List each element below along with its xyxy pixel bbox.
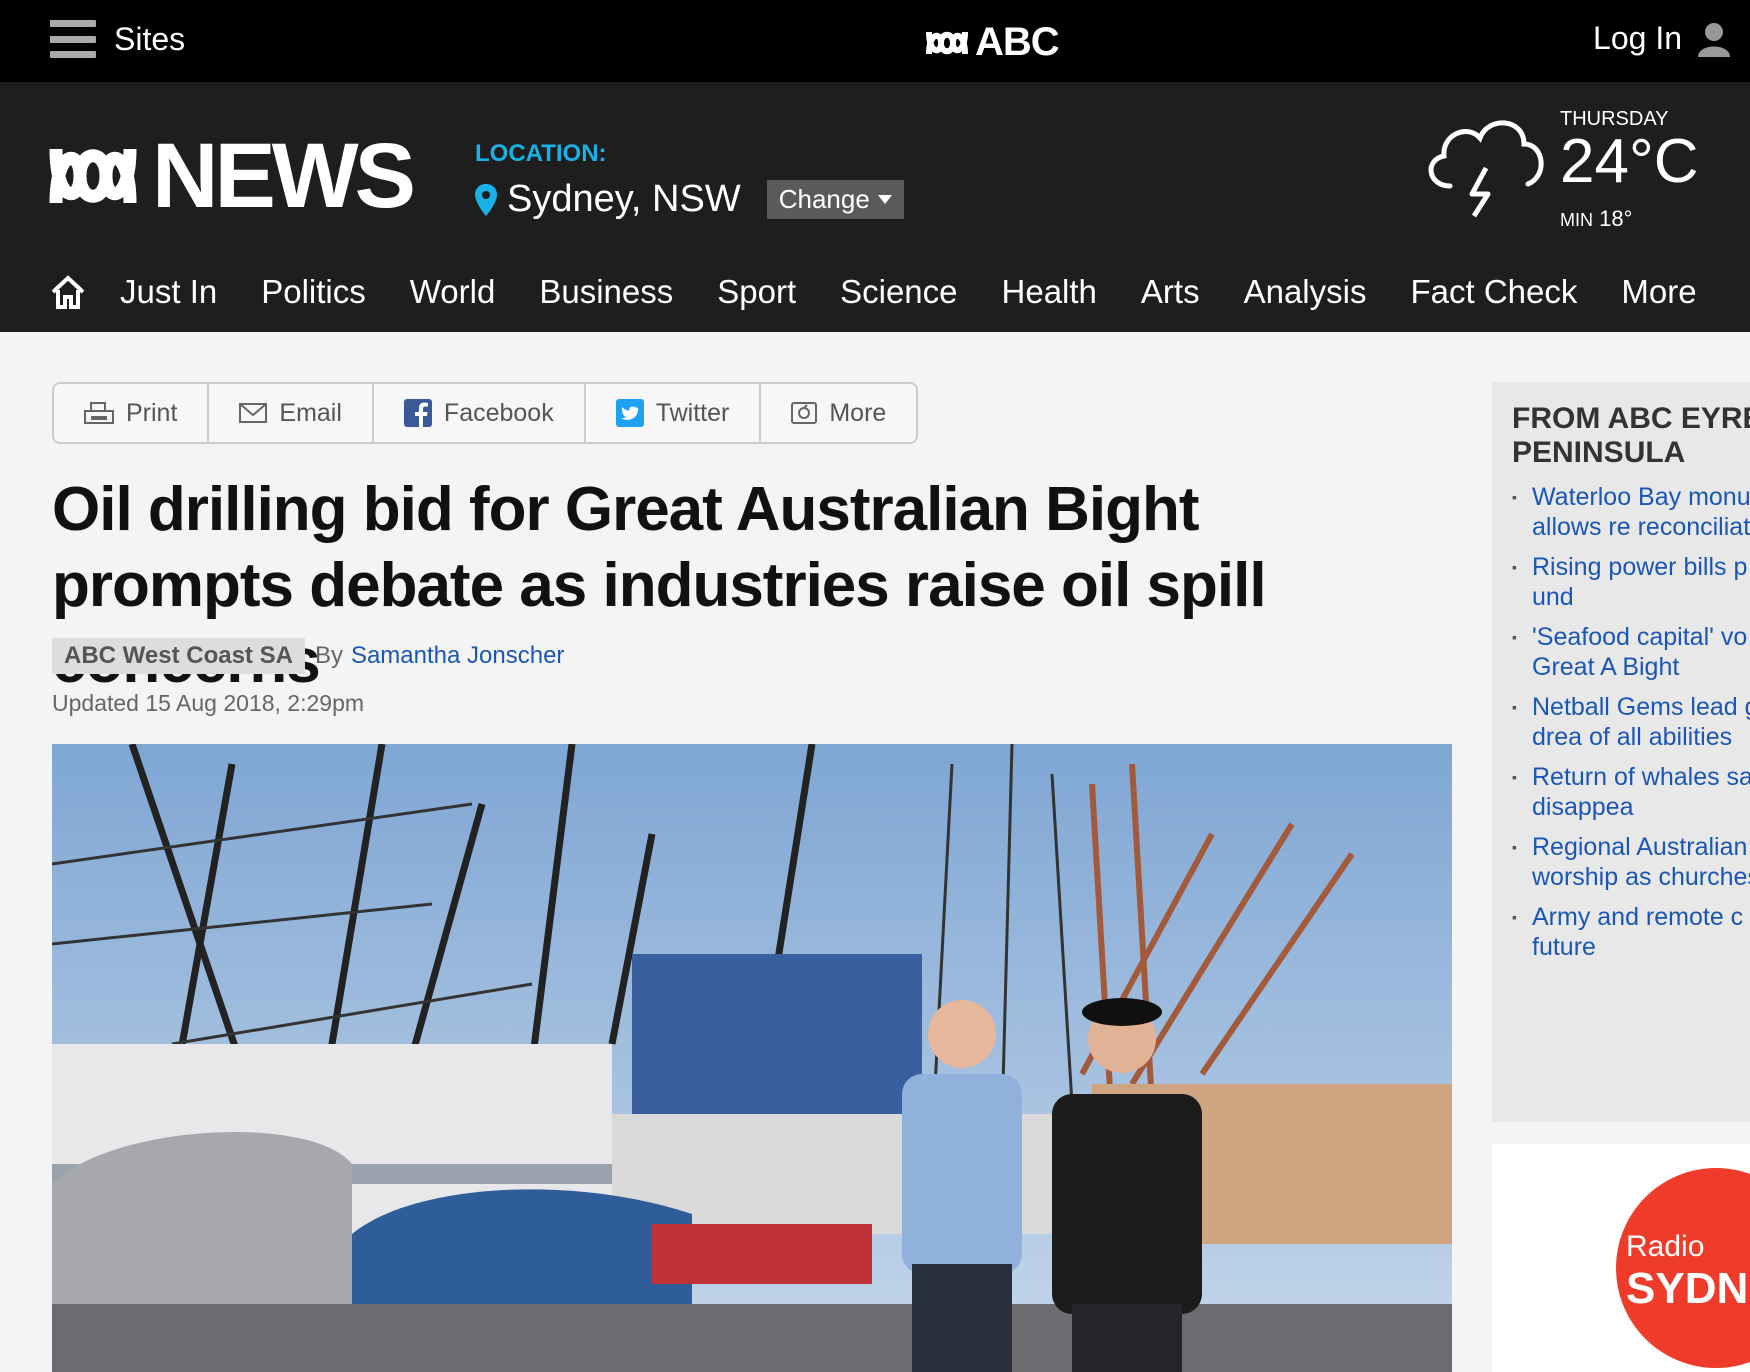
byline: ABC West Coast SA By Samantha Jonscher	[52, 638, 564, 674]
author-link[interactable]: Samantha Jonscher	[351, 642, 564, 670]
abc-news-logo[interactable]: NEWS	[48, 125, 416, 227]
updated-timestamp: Updated 15 Aug 2018, 2:29pm	[52, 690, 365, 716]
sidebar-story-link[interactable]: Rising power bills p club volunteers und	[1512, 552, 1750, 612]
harbour-photo-illustration	[52, 744, 1452, 1372]
storm-cloud-icon	[1428, 120, 1544, 218]
print-button[interactable]: Print	[54, 384, 210, 442]
login-label: Log In	[1593, 20, 1682, 56]
news-wordmark: NEWS	[152, 125, 416, 227]
location-city: Sydney, NSW	[507, 178, 741, 220]
email-label: Email	[279, 398, 342, 427]
weather-min-temp: 18°	[1599, 206, 1633, 231]
radio-sydney-logo: Radio SYDNI	[1616, 1168, 1750, 1368]
user-icon	[1698, 22, 1730, 57]
sidebar-title: FROM ABC EYRE PENINSULA	[1512, 402, 1750, 470]
radio-logo-line2: SYDNI	[1626, 1264, 1750, 1313]
change-location-button[interactable]: Change	[766, 180, 904, 219]
sites-label: Sites	[114, 20, 186, 57]
radio-logo-line1: Radio	[1626, 1230, 1705, 1263]
change-label: Change	[778, 184, 870, 214]
sidebar-story-link[interactable]: Regional Australian ways to worship as c…	[1512, 832, 1750, 892]
news-header: NEWS LOCATION: Sydney, NSW Change THURSD…	[0, 82, 1750, 332]
sidebar-story-link[interactable]: Army and remote c build better future	[1512, 902, 1750, 962]
sidebar-story-link[interactable]: 'Seafood capital' vo oil drilling in Gre…	[1512, 622, 1750, 682]
nav-item-business[interactable]: Business	[539, 273, 673, 311]
sidebar-title-line1: FROM ABC EYRE	[1512, 402, 1750, 435]
login-button[interactable]: Log In	[1593, 20, 1732, 57]
weather-widget[interactable]: THURSDAY 24°C MIN 18°	[1420, 108, 1699, 231]
nav-item-analysis[interactable]: Analysis	[1244, 273, 1367, 311]
abc-radio-promo[interactable]: Radio SYDNI	[1492, 1144, 1750, 1372]
map-pin-icon	[475, 183, 497, 216]
nav-item-science[interactable]: Science	[840, 273, 957, 311]
home-icon[interactable]	[50, 274, 86, 310]
share-toolbar: Print Email Facebook Twitter More	[52, 382, 919, 444]
nav-item-sport[interactable]: Sport	[717, 273, 796, 311]
share-more-icon	[791, 402, 818, 424]
by-label: By	[314, 642, 343, 669]
abc-logo[interactable]: ABC	[925, 20, 1060, 65]
twitter-button[interactable]: Twitter	[586, 384, 762, 442]
weather-temp: 24°C	[1560, 127, 1699, 196]
sites-menu-button[interactable]: Sites	[50, 20, 185, 58]
top-bar: Sites ABC Log In	[0, 0, 1750, 82]
nav-item-world[interactable]: World	[410, 273, 496, 311]
weather-min-label: MIN	[1560, 210, 1593, 230]
envelope-icon	[239, 403, 268, 423]
caret-down-icon	[877, 194, 892, 204]
location-label: LOCATION:	[475, 140, 607, 167]
sidebar-story-link[interactable]: Netball Gems lead granting hoop drea of …	[1512, 692, 1750, 752]
location-widget: LOCATION: Sydney, NSW Change	[475, 140, 904, 221]
sidebar-list: Waterloo Bay monu massacre allows re rec…	[1492, 482, 1750, 962]
facebook-icon	[403, 399, 432, 427]
source-tag[interactable]: ABC West Coast SA	[52, 638, 305, 674]
sidebar-story-link[interactable]: Waterloo Bay monu massacre allows re rec…	[1512, 482, 1750, 542]
weather-min: MIN 18°	[1560, 206, 1632, 232]
facebook-button[interactable]: Facebook	[374, 384, 586, 442]
facebook-label: Facebook	[443, 398, 554, 427]
sidebar-title-line2: PENINSULA	[1512, 436, 1686, 469]
email-button[interactable]: Email	[209, 384, 374, 442]
abc-lissajous-icon	[926, 31, 968, 54]
nav-item-arts[interactable]: Arts	[1141, 273, 1200, 311]
main-nav: Just In Politics World Business Sport Sc…	[0, 252, 1750, 332]
abc-brand-name: ABC	[975, 20, 1060, 64]
article-hero-image[interactable]	[52, 744, 1452, 1372]
hamburger-icon	[50, 20, 96, 58]
related-stories-sidebar: FROM ABC EYRE PENINSULA Waterloo Bay mon…	[1492, 382, 1750, 1122]
abc-lissajous-icon	[49, 148, 137, 204]
twitter-icon	[615, 399, 644, 427]
printer-icon	[84, 402, 114, 424]
nav-item-fact-check[interactable]: Fact Check	[1410, 273, 1577, 311]
print-label: Print	[126, 398, 178, 427]
twitter-label: Twitter	[655, 398, 730, 427]
nav-item-just-in[interactable]: Just In	[120, 273, 217, 311]
more-share-button[interactable]: More	[761, 384, 916, 442]
nav-item-health[interactable]: Health	[1002, 273, 1097, 311]
nav-item-more[interactable]: More	[1621, 273, 1696, 311]
nav-item-politics[interactable]: Politics	[261, 273, 366, 311]
more-share-label: More	[829, 398, 887, 427]
sidebar-story-link[interactable]: Return of whales sa town from disappea	[1512, 762, 1750, 822]
